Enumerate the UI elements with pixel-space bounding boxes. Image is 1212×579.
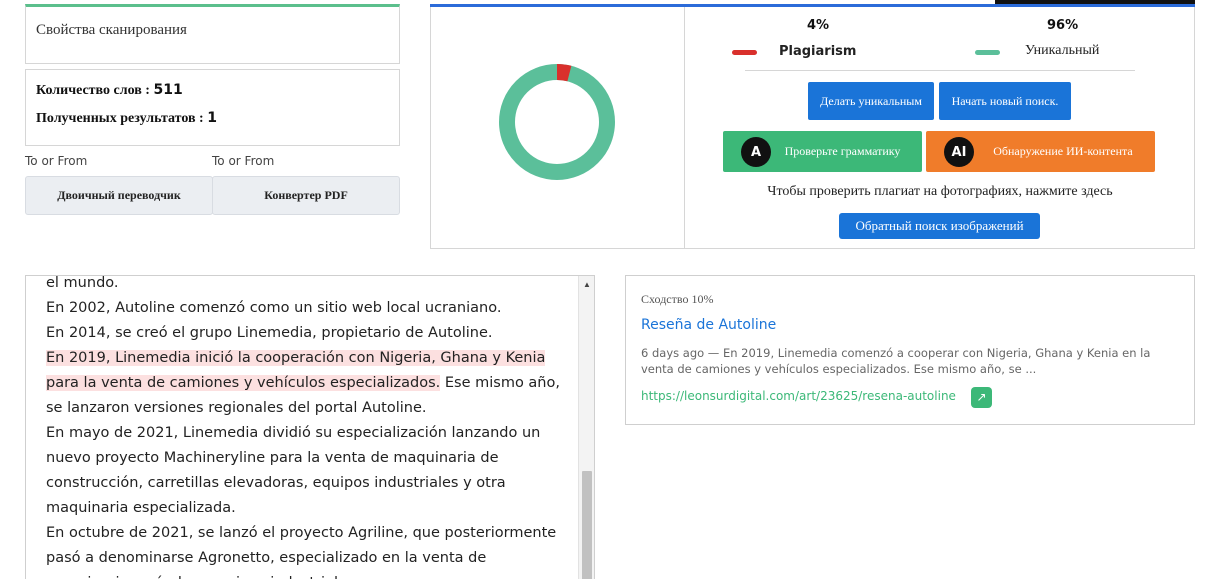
donut-unique-segment <box>499 64 615 180</box>
make-unique-button[interactable]: Делать уникальным <box>808 82 934 120</box>
unique-legend-label: Уникальный <box>1025 43 1100 58</box>
check-grammar-button[interactable]: A Проверьте грамматику <box>723 131 922 172</box>
legend-divider <box>745 70 1135 71</box>
plagiarism-legend-label: Plagiarism <box>779 44 857 59</box>
reverse-image-search-button[interactable]: Обратный поиск изображений <box>839 213 1040 239</box>
source-snippet: 6 days ago — En 2019, Linemedia comenzó … <box>641 346 1151 376</box>
results-count-value: 1 <box>207 110 217 126</box>
text-line: En 2002, Autoline comenzó como un sitio … <box>46 300 502 316</box>
progress-bar-accent <box>995 0 1195 4</box>
ai-detection-label: Обнаружение ИИ-контента <box>993 144 1133 158</box>
word-count-label: Количество слов : <box>36 83 154 98</box>
text-paragraph: En octubre de 2021, se lanzó el proyecto… <box>46 525 557 579</box>
source-title-link[interactable]: Reseña de Autoline <box>641 317 776 333</box>
matched-source-card: Сходство 10% Reseña de Autoline 6 days a… <box>625 275 1195 425</box>
similarity-label: Сходство 10% <box>641 292 714 306</box>
pdf-converter-caption: To or From <box>212 154 275 168</box>
binary-translator-button[interactable]: Двоичный переводчик <box>25 176 213 215</box>
scan-properties-title: Свойства сканирования <box>36 22 187 38</box>
external-link-icon[interactable]: ↗ <box>971 387 992 408</box>
ai-detector-icon: AI <box>944 137 974 167</box>
pdf-converter-button[interactable]: Конвертер PDF <box>212 176 400 215</box>
source-url-link[interactable]: https://leonsurdigital.com/art/23625/res… <box>641 389 956 403</box>
binary-translator-caption: To or From <box>25 154 88 168</box>
ai-detection-button[interactable]: AI Обнаружение ИИ-контента <box>926 131 1155 172</box>
scan-stats-box: Количество слов : 511 Полученных результ… <box>25 69 400 146</box>
new-search-button[interactable]: Начать новый поиск. <box>939 82 1071 120</box>
text-paragraph: En 2019, Linemedia inició la cooperación… <box>46 346 566 421</box>
progress-bar <box>430 4 1195 7</box>
grammar-check-icon: A <box>741 137 771 167</box>
word-count-stat: Количество слов : 511 <box>36 82 183 99</box>
word-count-value: 511 <box>153 82 183 98</box>
plagiarism-legend-swatch <box>732 50 757 55</box>
checked-text-panel[interactable]: el mundo. En 2002, Autoline comenzó como… <box>25 275 595 579</box>
results-count-stat: Полученных результатов : 1 <box>36 110 217 127</box>
text-line: En 2014, se creó el grupo Linemedia, pro… <box>46 325 493 341</box>
photo-plagiarism-note: Чтобы проверить плагиат на фотографиях, … <box>767 184 1113 199</box>
result-divider <box>684 7 685 249</box>
text-scrollbar[interactable]: ▲ <box>578 276 594 579</box>
plagiarism-donut-chart <box>499 64 615 180</box>
plagiarism-percent: 4% <box>807 18 830 33</box>
scrollbar-thumb[interactable] <box>582 471 592 579</box>
scan-properties-header: Свойства сканирования <box>25 4 400 64</box>
results-count-label: Полученных результатов : <box>36 111 208 126</box>
text-paragraph: En mayo de 2021, Linemedia dividió su es… <box>46 425 541 516</box>
unique-percent: 96% <box>1047 18 1079 33</box>
unique-legend-swatch <box>975 50 1000 55</box>
checked-text: el mundo. En 2002, Autoline comenzó como… <box>46 275 566 579</box>
check-grammar-label: Проверьте грамматику <box>784 144 901 158</box>
text-line: el mundo. <box>46 275 119 291</box>
scroll-up-arrow-icon[interactable]: ▲ <box>579 278 595 292</box>
